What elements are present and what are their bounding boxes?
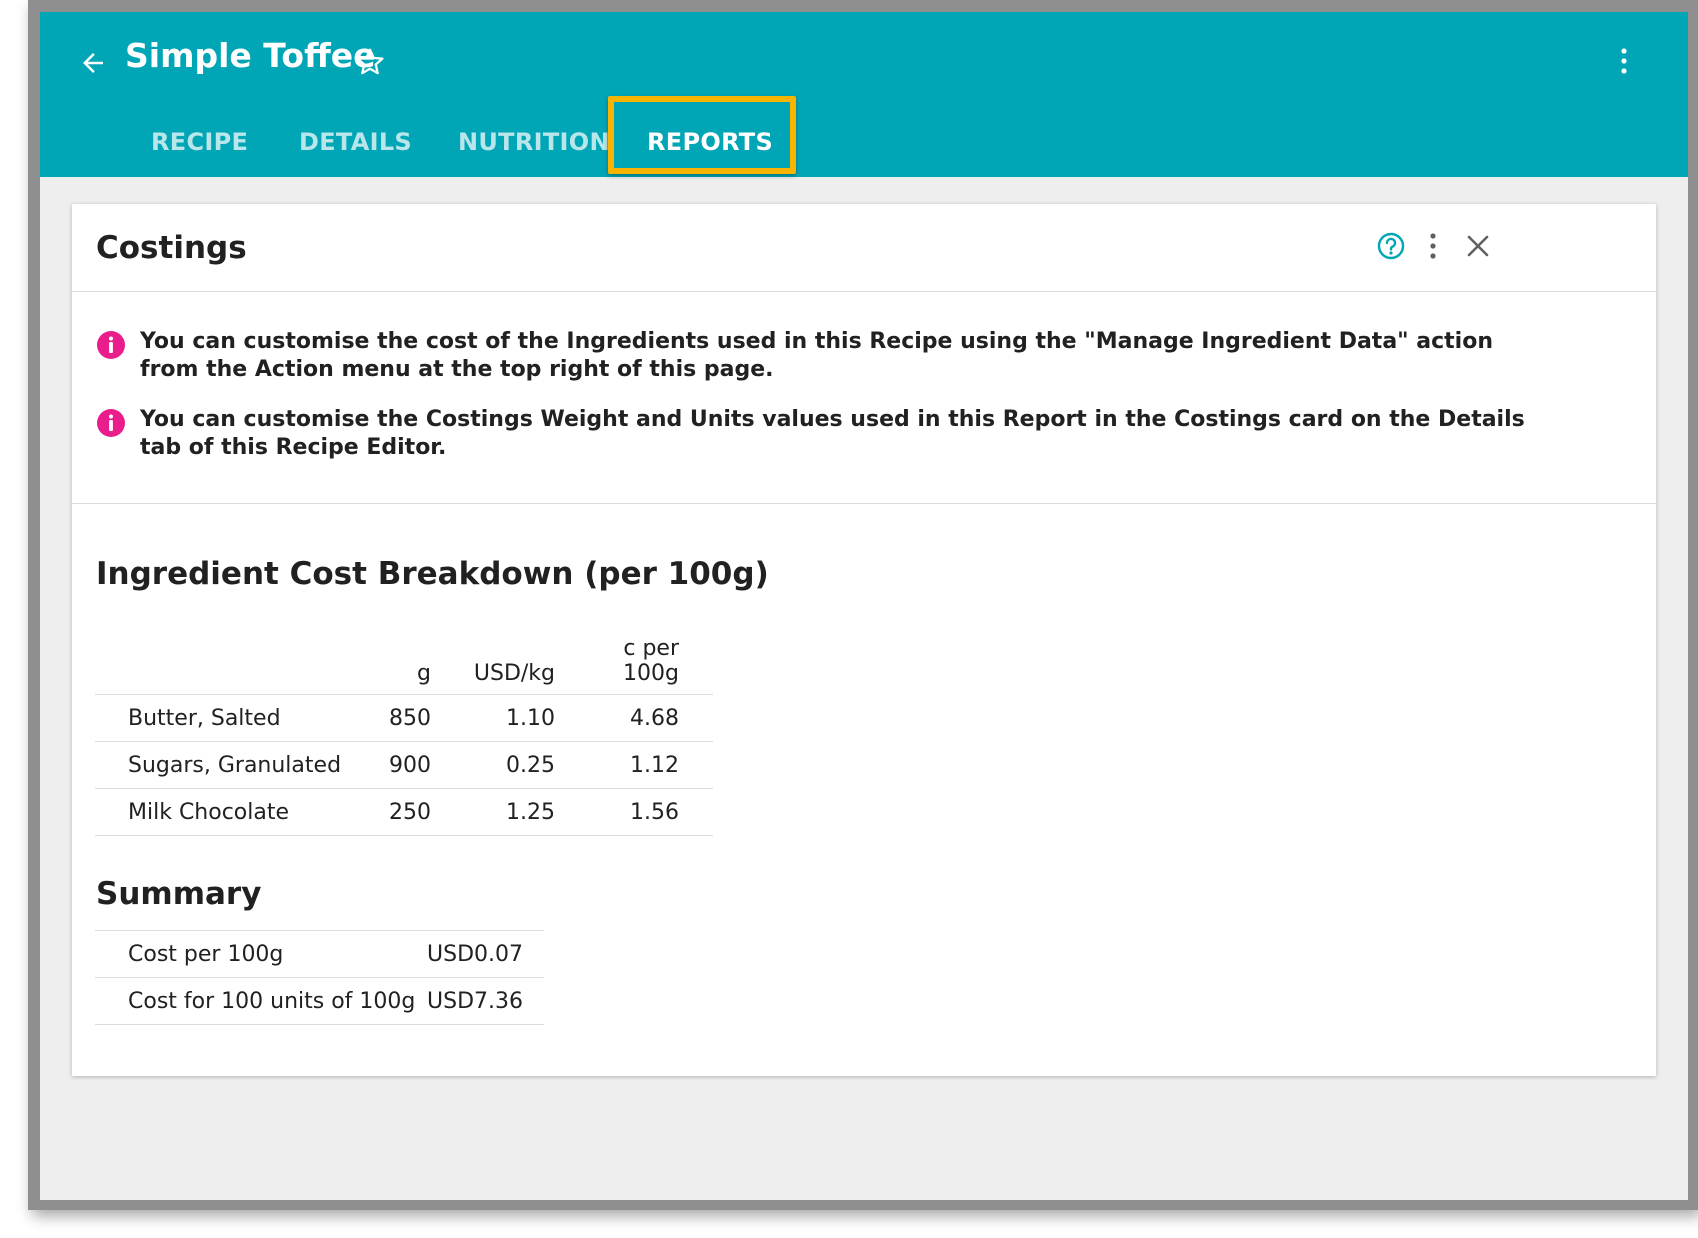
recipe-editor-window: Simple Toffee RECIPE DETAILS NUTRITION R… bbox=[40, 12, 1688, 1200]
breakdown-heading: Ingredient Cost Breakdown (per 100g) bbox=[96, 556, 769, 592]
table-row: Milk Chocolate 250 1.25 1.56 bbox=[95, 788, 713, 836]
table-row: Cost for 100 units of 100g USD7.36 bbox=[95, 977, 544, 1025]
costings-card: Costings You can customise the cost of t… bbox=[72, 204, 1656, 1076]
cost-breakdown-table: g USD/kg c per 100g Butter, Salted 850 1… bbox=[95, 636, 713, 836]
summary-heading: Summary bbox=[96, 876, 262, 912]
tab-bar: RECIPE DETAILS NUTRITION REPORTS bbox=[40, 108, 1688, 177]
info-note-text: You can customise the Costings Weight an… bbox=[140, 407, 1525, 460]
card-title: Costings bbox=[96, 230, 247, 266]
card-header: Costings bbox=[72, 204, 1656, 292]
info-notes: You can customise the cost of the Ingred… bbox=[72, 292, 1656, 504]
column-header-g: g bbox=[357, 636, 437, 695]
info-note-text: You can customise the cost of the Ingred… bbox=[140, 329, 1493, 382]
grams-value: 850 bbox=[357, 694, 437, 742]
summary-label: Cost per 100g bbox=[95, 930, 427, 978]
summary-value: USD0.07 bbox=[427, 930, 544, 978]
tab-details[interactable]: DETAILS bbox=[299, 108, 412, 177]
grams-value: 900 bbox=[357, 741, 437, 789]
table-row: Butter, Salted 850 1.10 4.68 bbox=[95, 694, 713, 742]
usd-per-kg-value: 0.25 bbox=[437, 741, 561, 789]
star-outline-icon[interactable] bbox=[354, 46, 386, 78]
usd-per-kg-value: 1.25 bbox=[437, 788, 561, 836]
ingredient-name: Milk Chocolate bbox=[95, 788, 357, 836]
grams-value: 250 bbox=[357, 788, 437, 836]
more-vertical-icon[interactable] bbox=[1618, 46, 1630, 76]
reports-tab-highlight bbox=[608, 96, 796, 174]
table-row: Sugars, Granulated 900 0.25 1.12 bbox=[95, 741, 713, 789]
summary-table: Cost per 100g USD0.07 Cost for 100 units… bbox=[95, 930, 544, 1025]
cents-per-100g-value: 4.68 bbox=[561, 694, 713, 742]
ingredient-name: Butter, Salted bbox=[95, 694, 357, 742]
help-icon[interactable] bbox=[1376, 231, 1406, 261]
tab-recipe[interactable]: RECIPE bbox=[151, 108, 248, 177]
ingredient-name: Sugars, Granulated bbox=[95, 741, 357, 789]
column-header-c-per-100g: c per 100g bbox=[561, 636, 713, 695]
close-icon[interactable] bbox=[1464, 232, 1492, 260]
info-icon bbox=[97, 331, 125, 359]
tab-nutrition[interactable]: NUTRITION bbox=[458, 108, 610, 177]
cents-per-100g-value: 1.56 bbox=[561, 788, 713, 836]
summary-value: USD7.36 bbox=[427, 977, 544, 1025]
table-row: Cost per 100g USD0.07 bbox=[95, 930, 544, 978]
column-header-ingredient bbox=[95, 636, 357, 695]
table-header-row: g USD/kg c per 100g bbox=[95, 636, 713, 695]
info-icon bbox=[97, 409, 125, 437]
cents-per-100g-value: 1.12 bbox=[561, 741, 713, 789]
column-header-usd-per-kg: USD/kg bbox=[437, 636, 561, 695]
page-title: Simple Toffee bbox=[125, 36, 376, 75]
more-vertical-icon[interactable] bbox=[1427, 231, 1439, 261]
summary-label: Cost for 100 units of 100g bbox=[95, 977, 427, 1025]
usd-per-kg-value: 1.10 bbox=[437, 694, 561, 742]
arrow-back-icon[interactable] bbox=[78, 48, 108, 78]
app-bar: Simple Toffee RECIPE DETAILS NUTRITION R… bbox=[40, 12, 1688, 177]
